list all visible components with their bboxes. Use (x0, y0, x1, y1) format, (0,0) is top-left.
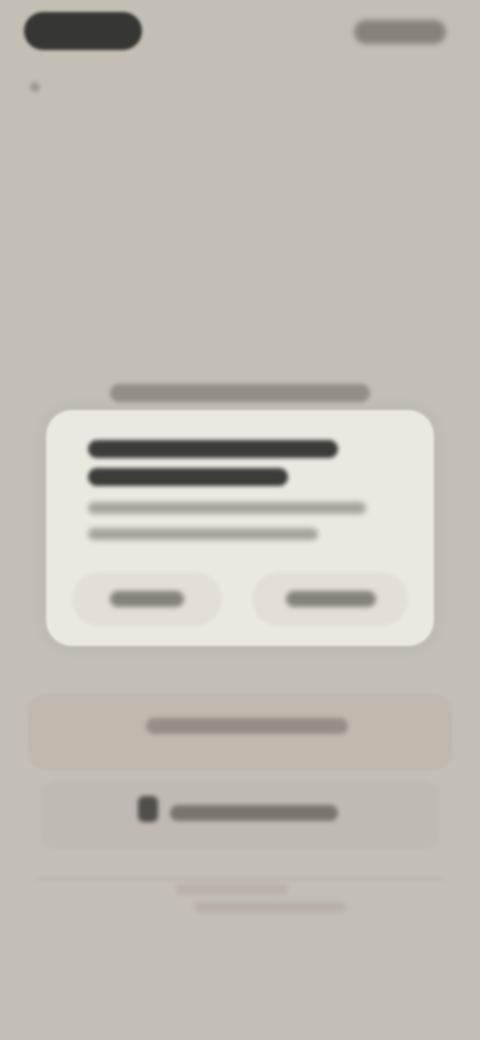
dialog-body-line-1 (88, 502, 366, 514)
primary-action-label (146, 718, 348, 734)
dialog-body-line-2 (88, 528, 318, 540)
dialog-title-line-1 (88, 440, 338, 458)
footer-text-line-2 (194, 902, 346, 912)
dialog-button-right-label (286, 591, 376, 607)
dialog-title-line-2 (88, 468, 288, 486)
screen (0, 0, 480, 1040)
dialog-button-left-label (110, 591, 184, 607)
apple-icon (138, 796, 158, 822)
footer-text-line-1 (176, 884, 288, 894)
status-time-pill (24, 12, 142, 50)
status-icons (354, 20, 446, 44)
dialog-label (110, 384, 370, 402)
status-time (24, 12, 25, 13)
divider (36, 878, 444, 880)
secondary-action-label (170, 805, 338, 821)
status-indicator-icon (30, 82, 40, 92)
